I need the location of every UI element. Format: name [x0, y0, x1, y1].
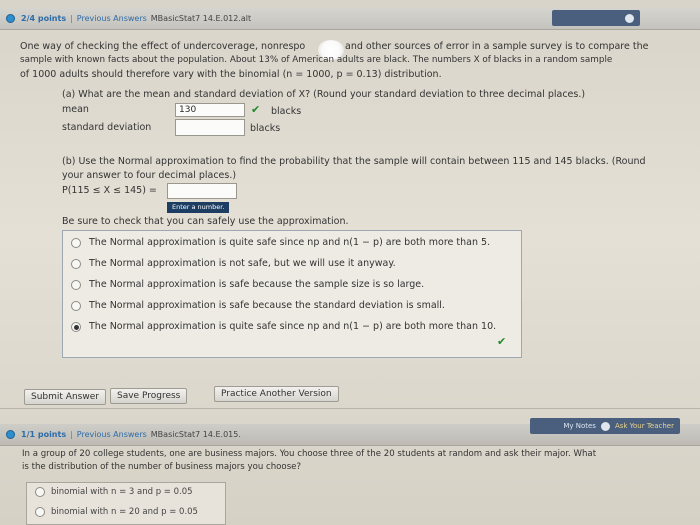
option-item[interactable]: The Normal approximation is quite safe s… [71, 237, 490, 248]
check-icon: ✔ [251, 103, 261, 116]
practice-another-version-button[interactable]: Practice Another Version [214, 386, 339, 402]
option-item[interactable]: The Normal approximation is safe because… [71, 279, 424, 290]
my-notes-button[interactable]: My Notes Ask Your Teacher [530, 418, 680, 434]
submit-answer-button[interactable]: Submit Answer [24, 389, 106, 405]
notes-circle-icon [625, 13, 634, 23]
option-item[interactable]: binomial with n = 3 and p = 0.05 [35, 487, 193, 497]
radio-button[interactable] [71, 237, 81, 248]
question-status-icon [6, 14, 15, 23]
radio-button[interactable] [71, 300, 81, 311]
mean-input[interactable]: 130 [175, 103, 245, 117]
part-b-prompt-1: (b) Use the Normal approximation to find… [62, 156, 646, 167]
enter-number-tooltip: Enter a number. [167, 202, 230, 213]
option-item[interactable]: binomial with n = 20 and p = 0.05 [35, 507, 198, 517]
intro-text-1b: and other sources of error in a sample s… [345, 41, 649, 52]
mean-label: mean [62, 104, 89, 115]
q2-text-1: In a group of 20 college students, one a… [22, 449, 597, 459]
page: 2/4 points | Previous Answers MBasicStat… [0, 0, 700, 525]
intro-text-3: of 1000 adults should therefore vary wit… [20, 69, 442, 80]
question-id: MBasicStat7 14.E.012.alt [150, 14, 252, 23]
notes-circle-icon [600, 421, 610, 431]
intro-text-2: sample with known facts about the popula… [20, 55, 613, 65]
option-item[interactable]: The Normal approximation is safe because… [71, 300, 445, 311]
mean-unit: blacks [271, 106, 302, 117]
check-icon: ✔ [497, 335, 507, 348]
my-notes-button[interactable] [552, 10, 640, 26]
radio-button-selected[interactable] [71, 321, 81, 332]
option-item-selected[interactable]: The Normal approximation is quite safe s… [71, 321, 496, 332]
points-label: 1/1 points [21, 430, 67, 439]
previous-answers-link[interactable]: Previous Answers [77, 430, 147, 439]
radio-button[interactable] [35, 507, 45, 517]
previous-answers-link[interactable]: Previous Answers [77, 14, 147, 23]
question-header: 2/4 points | Previous Answers MBasicStat… [0, 8, 700, 30]
answer-options: The Normal approximation is quite safe s… [62, 230, 522, 358]
part-b-prompt-2: your answer to four decimal places.) [62, 170, 237, 181]
divider [0, 408, 700, 409]
sd-label: standard deviation [62, 122, 152, 133]
approximation-check-prompt: Be sure to check that you can safely use… [62, 216, 349, 227]
answer-options: binomial with n = 3 and p = 0.05 binomia… [26, 482, 226, 525]
probability-label: P(115 ≤ X ≤ 145) = [62, 185, 157, 196]
radio-button[interactable] [71, 279, 81, 290]
question-status-icon [6, 430, 15, 439]
ask-teacher-link[interactable]: Ask Your Teacher [615, 422, 674, 430]
save-progress-button[interactable]: Save Progress [110, 388, 188, 404]
question-id: MBasicStat7 14.E.015. [150, 430, 241, 439]
radio-button[interactable] [71, 258, 81, 269]
option-item[interactable]: The Normal approximation is not safe, bu… [71, 258, 396, 269]
sd-unit: blacks [250, 123, 281, 134]
question-header: 1/1 points | Previous Answers MBasicStat… [0, 418, 700, 446]
intro-text-1a: One way of checking the effect of underc… [20, 41, 306, 52]
q2-text-2: is the distribution of the number of bus… [22, 462, 302, 472]
sd-input[interactable] [175, 119, 245, 136]
part-a-prompt: (a) What are the mean and standard devia… [62, 89, 586, 100]
probability-input[interactable] [167, 183, 237, 199]
points-label: 2/4 points [21, 14, 67, 23]
radio-button[interactable] [35, 487, 45, 497]
